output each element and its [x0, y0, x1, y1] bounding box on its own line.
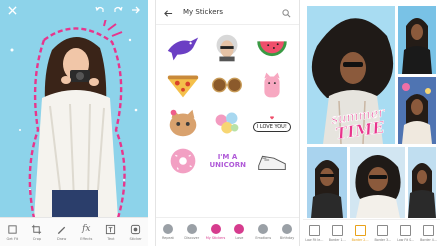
sticker-bird[interactable] [162, 30, 204, 66]
layout-option-1[interactable]: Low Fit le… [305, 224, 324, 242]
edited-photo[interactable] [0, 20, 148, 218]
category-label: Repeat [161, 236, 174, 240]
sticker-sunglasses[interactable] [206, 68, 248, 104]
tool-text[interactable]: Text [102, 224, 120, 241]
layout-option-3[interactable]: Border 2… [351, 224, 369, 242]
collage-cell-4[interactable] [307, 147, 347, 218]
editor-toolbar: Get Fit Crop Draw fx Effects Text Sticke… [0, 217, 148, 246]
redo-icon[interactable] [112, 4, 124, 16]
category-emotions[interactable]: Emotions [254, 224, 272, 240]
category-birthday[interactable]: Birthday [278, 224, 296, 240]
category-my-stickers[interactable]: My Stickers [205, 224, 226, 240]
heart-icon [234, 224, 245, 234]
text-icon [106, 224, 116, 234]
layout-icon [308, 224, 320, 236]
crop-icon [32, 224, 42, 234]
category-label: Emotions [255, 236, 272, 240]
sticker-category-bar: Repeat Discover My Stickers Love Emotion… [156, 217, 299, 246]
next-arrow-icon[interactable] [130, 4, 142, 16]
sticker-icon [131, 224, 141, 234]
sticker-einstein[interactable] [206, 30, 248, 66]
layout-icon [423, 224, 435, 236]
category-discover[interactable]: Discover [183, 224, 201, 240]
search-icon[interactable] [282, 3, 291, 22]
cake-icon [282, 224, 293, 234]
sticker-header: My Stickers [156, 0, 299, 25]
tool-effects[interactable]: fx Effects [77, 224, 95, 241]
sticker-flower-bouquet[interactable] [206, 105, 248, 141]
tool-get-fit[interactable]: Get Fit [3, 224, 21, 241]
tool-label: Get Fit [6, 236, 19, 241]
close-icon[interactable] [6, 4, 18, 16]
category-love[interactable]: Love [230, 224, 248, 240]
collage-cell-3[interactable] [398, 77, 436, 144]
layout-icon [377, 224, 389, 236]
layout-label: Border 2… [351, 237, 369, 242]
layout-label: Low Fit le… [305, 237, 324, 242]
undo-icon[interactable] [94, 4, 106, 16]
sticker-i-love-you[interactable]: I LOVE YOU! [251, 105, 293, 141]
unicorn-text: I'M A UNICORN [209, 152, 246, 169]
layout-label: Low Fit S… [397, 237, 415, 242]
fx-icon: fx [82, 223, 91, 234]
speech-bubble-text: I LOVE YOU! [256, 123, 287, 130]
tool-draw[interactable]: Draw [53, 224, 71, 241]
sticker-watermelon[interactable] [251, 30, 293, 66]
category-label: My Stickers [205, 236, 226, 240]
layout-label: Border 1… [328, 237, 346, 242]
layout-icon [331, 224, 343, 236]
sticker-grid: I LOVE YOU! I'M A UNICORN [162, 30, 293, 216]
category-label: Discover [184, 236, 200, 240]
brush-icon [57, 226, 66, 234]
page-title: My Stickers [183, 8, 224, 16]
compass-icon [186, 224, 197, 234]
layout-option-5[interactable]: Low Fit S… [397, 224, 415, 242]
tool-label: Effects [80, 236, 93, 241]
layout-option-6[interactable]: Border 4… [420, 224, 438, 242]
category-label: Love [235, 236, 244, 240]
layout-label: Border 3… [374, 237, 392, 242]
smiley-icon [258, 224, 269, 234]
collage-cell-2[interactable] [398, 6, 436, 74]
collage-cell-6[interactable] [408, 147, 436, 218]
sticker-cat-photo[interactable] [162, 105, 204, 141]
speech-bubble: I LOVE YOU! [252, 121, 291, 132]
layout-label: Border 4… [420, 237, 438, 242]
collage-canvas[interactable]: summer TIME [307, 6, 436, 218]
category-label: Birthday [279, 236, 295, 240]
heart-icon [269, 116, 274, 120]
tool-sticker[interactable]: Sticker [127, 224, 145, 241]
tool-label: Text [107, 236, 115, 241]
sticker-unicorn-text[interactable]: I'M A UNICORN [206, 143, 248, 179]
tool-label: Crop [32, 236, 42, 241]
crop-icon [8, 224, 17, 234]
layout-icon [400, 224, 412, 236]
tool-label: Sticker [129, 236, 142, 241]
repeat-icon [162, 224, 173, 234]
collage-screen: summer TIME Low Fit le… Border 1… Border… [303, 0, 440, 246]
photo-editor-screen: Get Fit Crop Draw fx Effects Text Sticke… [0, 0, 148, 246]
user-icon [210, 224, 221, 234]
layout-icon [354, 224, 366, 236]
sticker-sneaker[interactable] [251, 143, 293, 179]
sticker-pizza[interactable] [162, 68, 204, 104]
sticker-donut[interactable] [162, 143, 204, 179]
category-repeat[interactable]: Repeat [159, 224, 177, 240]
tool-label: Draw [56, 236, 67, 241]
back-arrow-icon[interactable] [164, 3, 173, 22]
editor-top-bar [0, 0, 148, 20]
layout-picker-bar: Low Fit le… Border 1… Border 2… Border 3… [303, 219, 440, 246]
layout-option-4[interactable]: Border 3… [374, 224, 392, 242]
layout-option-2[interactable]: Border 1… [328, 224, 346, 242]
sticker-pink-cat[interactable] [251, 68, 293, 104]
sticker-picker-screen: My Stickers I LOVE YOU! I'M A UNICORN Re… [155, 0, 300, 246]
collage-cell-5[interactable] [350, 147, 405, 218]
tool-crop[interactable]: Crop [28, 224, 46, 241]
